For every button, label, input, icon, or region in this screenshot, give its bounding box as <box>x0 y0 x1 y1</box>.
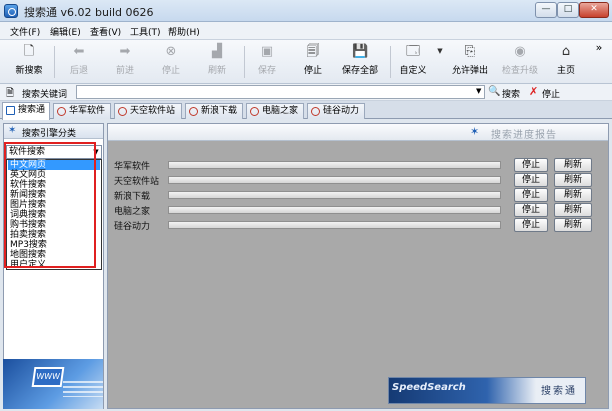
menu-file[interactable]: 文件(F) <box>10 25 40 38</box>
site-tab-icon <box>250 107 259 116</box>
menu-view[interactable]: 查看(V) <box>90 25 121 38</box>
keyword-input[interactable] <box>76 85 485 99</box>
stop-x-icon: ✗ <box>529 85 539 98</box>
document-stop-icon: 🗐 <box>306 44 320 59</box>
progress-row: 天空软件站 停止 刷新 <box>114 173 599 187</box>
keyword-label: 搜索关键词 <box>22 90 68 100</box>
arrow-left-icon: ⬅ <box>73 44 85 59</box>
app-icon <box>4 4 18 18</box>
progress-row: 华军软件 停止 刷新 <box>114 158 599 172</box>
keyword-dropdown-icon[interactable]: ▼ <box>476 87 481 95</box>
row-stop-button[interactable]: 停止 <box>514 158 548 172</box>
customize-dropdown[interactable]: ▼ <box>432 43 442 81</box>
progress-panel: ✶ 搜索进度报告 华军软件 停止 刷新 天空软件站 停止 刷新 新浪下载 停止 … <box>107 123 609 409</box>
www-illustration: WWW <box>3 359 103 409</box>
menu-tools[interactable]: 工具(T) <box>130 25 161 38</box>
progress-header: ✶ 搜索进度报告 <box>108 124 608 141</box>
new-document-icon: 🗋 <box>23 44 35 59</box>
tab-sina[interactable]: 新浪下载 <box>185 103 243 119</box>
row-refresh-button[interactable]: 刷新 <box>554 173 592 187</box>
search-bar: 🗎 搜索关键词 ▼ 🔍 搜索 ✗ 停止 <box>0 84 612 101</box>
stop-all-button[interactable]: 🗐 停止 <box>298 43 328 81</box>
tab-pchome[interactable]: 电脑之家 <box>246 103 304 119</box>
refresh-icon: ▟ <box>212 44 222 59</box>
menu-edit[interactable]: 编辑(E) <box>50 25 81 38</box>
collapse-chevron-icon[interactable]: ✶ <box>470 125 479 138</box>
row-stop-button[interactable]: 停止 <box>514 173 548 187</box>
www-screen-image: WWW <box>31 367 65 387</box>
minimize-button[interactable]: — <box>535 2 557 18</box>
save-all-button[interactable]: 💾 保存全部 <box>338 43 382 81</box>
arrow-right-icon: ➡ <box>119 44 131 59</box>
progress-bar <box>168 176 501 184</box>
search-button[interactable]: 搜索 <box>502 87 520 100</box>
site-tab-icon <box>57 107 66 116</box>
site-tab-icon <box>118 107 127 116</box>
dropdown-arrow-icon: ▼ <box>437 47 443 55</box>
back-button[interactable]: ⬅ 后退 <box>64 43 94 81</box>
customize-button[interactable]: 🗔 自定义 <box>396 43 430 81</box>
speedsearch-banner: SpeedSearch 搜索通 <box>388 377 586 404</box>
row-refresh-button[interactable]: 刷新 <box>554 218 592 232</box>
stop-button[interactable]: ⊗ 停止 <box>156 43 186 81</box>
row-refresh-button[interactable]: 刷新 <box>554 188 592 202</box>
row-stop-button[interactable]: 停止 <box>514 218 548 232</box>
menu-bar: 文件(F) 编辑(E) 查看(V) 工具(T) 帮助(H) <box>0 22 612 40</box>
progress-bar <box>168 221 501 229</box>
category-header[interactable]: ✶ 搜索引擎分类 <box>4 124 103 139</box>
collapse-chevron-icon: ✶ <box>8 125 17 136</box>
toolbar-overflow-button[interactable]: » <box>592 41 606 79</box>
tab-bar: 搜索通 华军软件 天空软件站 新浪下载 电脑之家 硅谷动力 <box>0 101 612 120</box>
progress-bar <box>168 191 501 199</box>
progress-bar <box>168 161 501 169</box>
progress-bar <box>168 206 501 214</box>
tab-skycn[interactable]: 天空软件站 <box>114 103 182 119</box>
floppy-icon: 💾 <box>352 44 369 59</box>
tab-enet[interactable]: 硅谷动力 <box>307 103 365 119</box>
magnifier-icon: 🔍 <box>488 86 501 97</box>
home-button[interactable]: ⌂ 主页 <box>552 43 580 81</box>
window-title: 搜索通 v6.02 build 0626 <box>24 6 154 19</box>
close-button[interactable]: ✕ <box>579 2 609 18</box>
soutong-tab-icon <box>6 106 15 115</box>
site-tab-icon <box>311 107 320 116</box>
home-icon: ⌂ <box>561 44 571 59</box>
refresh-button[interactable]: ▟ 刷新 <box>202 43 232 81</box>
forward-button[interactable]: ➡ 前进 <box>110 43 140 81</box>
highlight-box <box>4 142 96 268</box>
update-icon: ◉ <box>514 44 526 59</box>
check-update-button[interactable]: ◉ 检查升级 <box>500 43 540 81</box>
row-stop-button[interactable]: 停止 <box>514 203 548 217</box>
progress-row: 硅谷动力 停止 刷新 <box>114 218 599 232</box>
search-stop-button[interactable]: 停止 <box>542 87 560 100</box>
popup-icon: ⎘ <box>464 44 476 59</box>
window-icon: 🗔 <box>405 44 421 59</box>
row-stop-button[interactable]: 停止 <box>514 188 548 202</box>
toolbar: 🗋 新搜索 ⬅ 后退 ➡ 前进 ⊗ 停止 ▟ 刷新 ▣ 保存 🗐 停止 💾 保存… <box>0 40 612 84</box>
tab-huajun[interactable]: 华军软件 <box>53 103 111 119</box>
site-tab-icon <box>189 107 198 116</box>
title-bar: 搜索通 v6.02 build 0626 — □ ✕ <box>0 0 612 22</box>
row-refresh-button[interactable]: 刷新 <box>554 158 592 172</box>
maximize-button[interactable]: □ <box>557 2 579 18</box>
new-search-button[interactable]: 🗋 新搜索 <box>12 43 46 81</box>
menu-help[interactable]: 帮助(H) <box>168 25 200 38</box>
row-refresh-button[interactable]: 刷新 <box>554 203 592 217</box>
tab-soutong[interactable]: 搜索通 <box>2 102 50 120</box>
save-button[interactable]: ▣ 保存 <box>252 43 282 81</box>
progress-row: 电脑之家 停止 刷新 <box>114 203 599 217</box>
stop-icon: ⊗ <box>165 44 177 59</box>
progress-row: 新浪下载 停止 刷新 <box>114 188 599 202</box>
save-icon: ▣ <box>260 44 274 59</box>
allow-popup-button[interactable]: ⎘ 允许弹出 <box>448 43 492 81</box>
